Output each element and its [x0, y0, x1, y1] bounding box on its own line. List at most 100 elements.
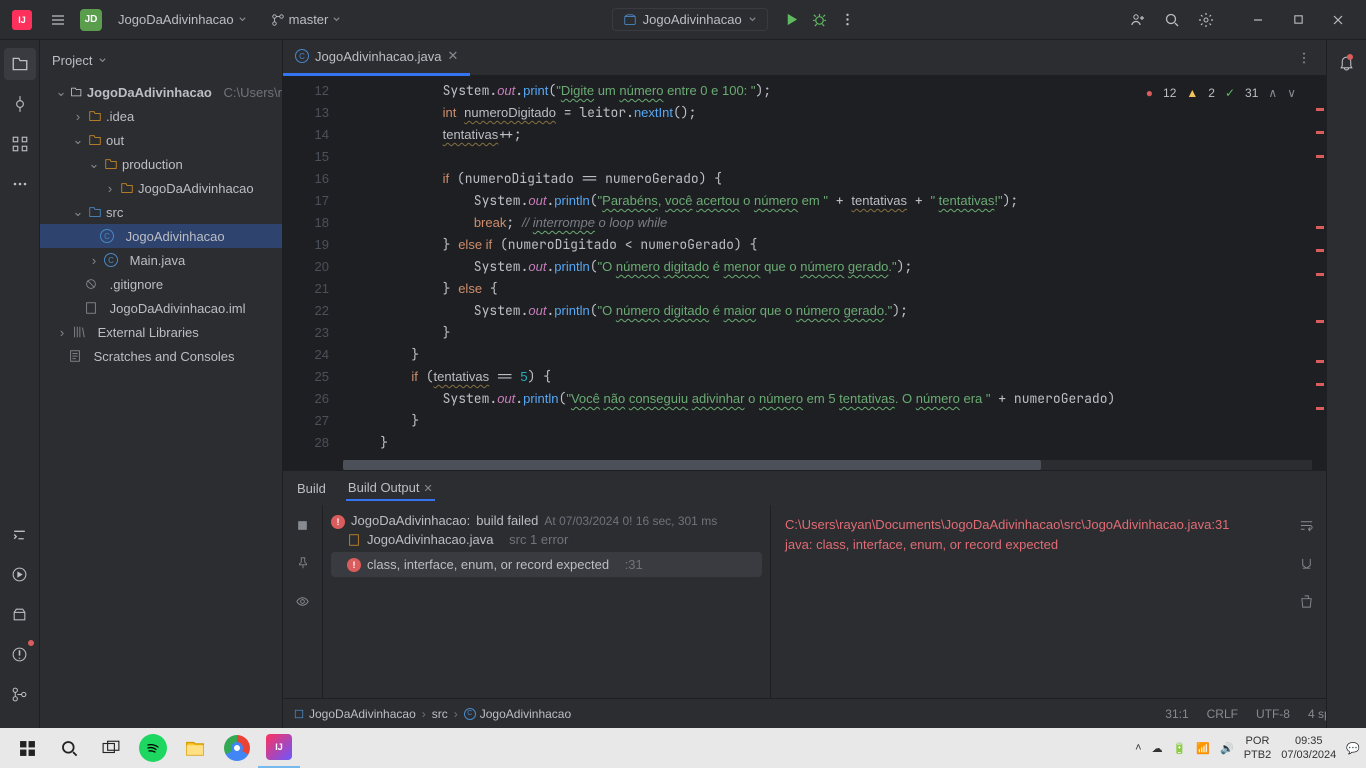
- run-tool-icon[interactable]: [4, 558, 36, 590]
- project-dropdown[interactable]: JogoDaAdivinhacao: [110, 10, 255, 29]
- project-panel: Project ⌄JogoDaAdivinhacao C:\Users\r ›.…: [40, 40, 283, 728]
- vcs-branch-dropdown[interactable]: master: [263, 10, 350, 29]
- tree-item[interactable]: JogoDaAdivinhacao.iml: [40, 296, 282, 320]
- build-tree[interactable]: ! JogoDaAdivinhacao: build failed At 07/…: [323, 505, 771, 698]
- build-tool-icon[interactable]: [4, 598, 36, 630]
- breadcrumb-item[interactable]: src: [432, 707, 448, 721]
- project-panel-header[interactable]: Project: [40, 40, 282, 80]
- error-stripe[interactable]: [1314, 76, 1326, 470]
- commit-tool-icon[interactable]: [4, 88, 36, 120]
- eye-icon[interactable]: [289, 587, 317, 615]
- cursor-position[interactable]: 31:1: [1165, 707, 1188, 721]
- java-file-icon: [347, 533, 361, 547]
- titlebar: IJ JD JogoDaAdivinhacao master JogoAdivi…: [0, 0, 1366, 40]
- tree-item[interactable]: ⌄production: [40, 152, 282, 176]
- tab-build-output[interactable]: Build Output✕: [346, 476, 435, 501]
- tree-item[interactable]: Scratches and Consoles: [40, 344, 282, 368]
- language-indicator[interactable]: PORPTB2: [1244, 734, 1272, 762]
- clock[interactable]: 09:3507/03/2024: [1281, 734, 1336, 762]
- line-gutter: 1213141516171819202122232425262728: [283, 76, 343, 470]
- horizontal-scrollbar[interactable]: [343, 460, 1312, 470]
- run-config-selector[interactable]: JogoAdivinhacao: [612, 8, 768, 31]
- stop-icon[interactable]: [289, 511, 317, 539]
- tree-item[interactable]: .gitignore: [40, 272, 282, 296]
- error-badge-icon: !: [331, 515, 345, 529]
- file-encoding[interactable]: UTF-8: [1256, 707, 1290, 721]
- build-right-rail: [1286, 505, 1326, 698]
- build-output-text[interactable]: C:\Users\rayan\Documents\JogoDaAdivinhac…: [771, 505, 1286, 698]
- run-button[interactable]: [778, 6, 806, 34]
- notifications-icon[interactable]: [1333, 48, 1361, 76]
- editor-tab[interactable]: C JogoAdivinhacao.java ✕: [283, 40, 470, 76]
- tree-item[interactable]: ›JogoDaAdivinhacao: [40, 176, 282, 200]
- app-menu-icon[interactable]: IJ: [8, 6, 36, 34]
- scratch-icon: [68, 349, 82, 363]
- prev-highlight-icon[interactable]: ∧: [1268, 86, 1277, 100]
- tab-build[interactable]: Build: [295, 477, 328, 500]
- line-separator[interactable]: CRLF: [1207, 707, 1238, 721]
- debug-button[interactable]: [806, 6, 834, 34]
- explorer-icon[interactable]: [174, 728, 216, 768]
- maximize-button[interactable]: [1278, 0, 1318, 40]
- minimize-button[interactable]: [1238, 0, 1278, 40]
- onedrive-icon[interactable]: ☁: [1152, 742, 1163, 755]
- tab-close-icon[interactable]: ✕: [447, 48, 458, 64]
- wifi-icon[interactable]: 📶: [1196, 742, 1210, 755]
- next-highlight-icon[interactable]: ∨: [1287, 86, 1296, 100]
- more-tools-icon[interactable]: [4, 168, 36, 200]
- tree-root[interactable]: ⌄JogoDaAdivinhacao C:\Users\r: [40, 80, 282, 104]
- settings-icon[interactable]: [1192, 6, 1220, 34]
- class-icon: C: [100, 229, 114, 243]
- pin-icon[interactable]: [289, 549, 317, 577]
- tray-chevron-icon[interactable]: ˄: [1135, 742, 1141, 754]
- project-tree[interactable]: ⌄JogoDaAdivinhacao C:\Users\r ›.idea ⌄ou…: [40, 80, 282, 728]
- warning-count-icon: ▲: [1186, 86, 1198, 100]
- inspection-widget[interactable]: ●12 ▲2 ✓31 ∧ ∨: [1140, 84, 1302, 102]
- close-button[interactable]: [1318, 0, 1358, 40]
- search-button[interactable]: [48, 728, 90, 768]
- tree-item[interactable]: ⌄out: [40, 128, 282, 152]
- tree-item-selected[interactable]: C JogoAdivinhacao: [40, 224, 282, 248]
- project-tool-icon[interactable]: [4, 48, 36, 80]
- tree-item[interactable]: ›.idea: [40, 104, 282, 128]
- spotify-icon[interactable]: [132, 728, 174, 768]
- breadcrumb-item[interactable]: JogoDaAdivinhacao: [293, 707, 416, 721]
- class-icon: C: [295, 49, 309, 63]
- battery-icon[interactable]: 🔋: [1173, 742, 1187, 755]
- code-content[interactable]: System.out.print("Digite um número entre…: [343, 76, 1326, 470]
- tree-item[interactable]: › External Libraries: [40, 320, 282, 344]
- action-center-icon[interactable]: 💬: [1346, 742, 1360, 755]
- close-icon[interactable]: ✕: [423, 483, 432, 495]
- build-error-row[interactable]: ! class, interface, enum, or record expe…: [331, 552, 762, 577]
- problems-tool-icon[interactable]: [4, 638, 36, 670]
- hamburger-icon[interactable]: [44, 6, 72, 34]
- folder-icon: [88, 133, 102, 147]
- structure-tool-icon[interactable]: [4, 128, 36, 160]
- clear-icon[interactable]: [1292, 587, 1320, 615]
- error-badge-icon: !: [347, 558, 361, 572]
- windows-taskbar: IJ ˄ ☁ 🔋 📶 🔊 PORPTB2 09:3507/03/2024 💬: [0, 728, 1366, 768]
- tab-more-icon[interactable]: [1290, 44, 1318, 72]
- start-button[interactable]: [6, 728, 48, 768]
- terminal-tool-icon[interactable]: [4, 518, 36, 550]
- volume-icon[interactable]: 🔊: [1220, 742, 1234, 755]
- branch-name: master: [289, 12, 329, 27]
- folder-icon: [88, 205, 102, 219]
- right-tool-rail: [1326, 40, 1366, 728]
- vcs-tool-icon[interactable]: [4, 678, 36, 710]
- chrome-icon[interactable]: [216, 728, 258, 768]
- intellij-taskbar-icon[interactable]: IJ: [258, 728, 300, 768]
- search-icon[interactable]: [1158, 6, 1186, 34]
- tree-item[interactable]: ›C Main.java: [40, 248, 282, 272]
- build-panel: Build Build Output✕ ! JogoDaAdivinhacao:…: [283, 470, 1326, 698]
- ok-count-icon: ✓: [1225, 86, 1235, 100]
- soft-wrap-icon[interactable]: [1292, 511, 1320, 539]
- scroll-to-end-icon[interactable]: [1292, 549, 1320, 577]
- task-view-button[interactable]: [90, 728, 132, 768]
- editor-body[interactable]: 1213141516171819202122232425262728 Syste…: [283, 76, 1326, 470]
- run-config-name: JogoAdivinhacao: [643, 12, 742, 27]
- breadcrumb-item[interactable]: CJogoAdivinhacao: [464, 707, 571, 721]
- more-actions-icon[interactable]: [834, 6, 862, 34]
- tree-item[interactable]: ⌄src: [40, 200, 282, 224]
- code-with-me-icon[interactable]: [1124, 6, 1152, 34]
